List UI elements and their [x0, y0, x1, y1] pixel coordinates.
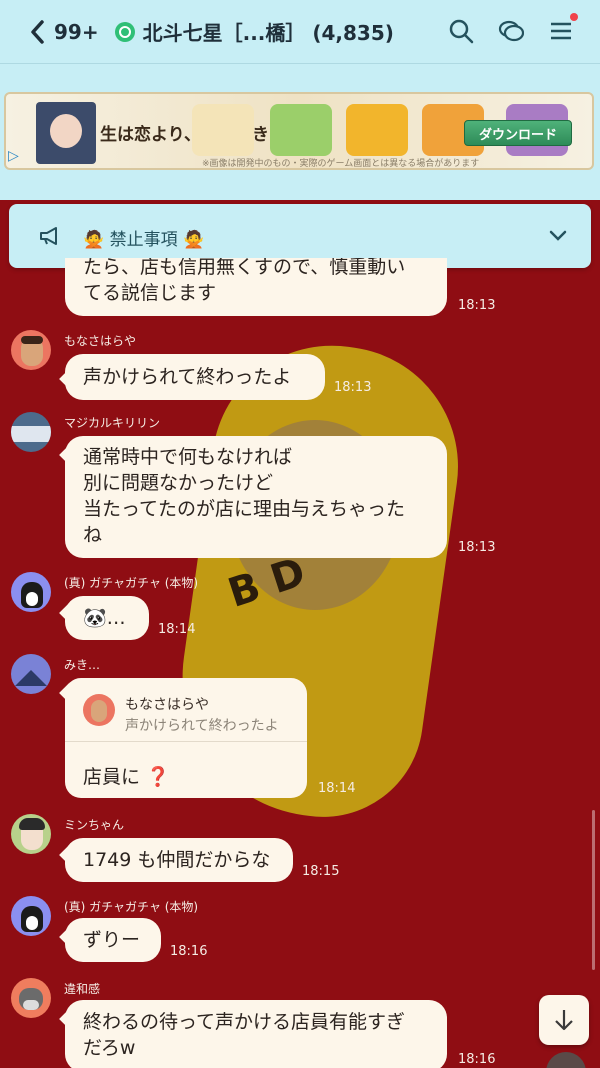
avatar[interactable] — [11, 814, 51, 854]
avatar[interactable] — [11, 572, 51, 612]
sender-name: ミンちゃん — [64, 818, 125, 832]
message-line: ね — [83, 524, 103, 546]
search-icon[interactable] — [448, 18, 474, 44]
chevron-left-icon — [31, 19, 44, 44]
ad-banner[interactable]: 生は恋より、茶に生きる ダウンロード ※画像は開発中のもの・実際のゲーム画面とは… — [4, 92, 594, 170]
message-bubble[interactable]: 通常時中で何もなければ 別に問題なかったけど 当たってたのが店に理由与えちゃった… — [65, 436, 447, 558]
message-time: 18:16 — [458, 1052, 496, 1067]
quoted-text: 声かけられて終わったよ — [125, 718, 279, 734]
reply-message-bubble[interactable]: もなさはらや 声かけられて終わったよ 店員に ❓ — [65, 678, 307, 798]
quoted-message[interactable]: もなさはらや 声かけられて終わったよ — [65, 678, 307, 742]
sender-name: 違和感 — [64, 982, 101, 996]
sender-name: (真) ガチャガチャ (本物) — [64, 900, 199, 914]
ad-area: 生は恋より、茶に生きる ダウンロード ※画像は開発中のもの・実際のゲーム画面とは… — [0, 64, 600, 200]
message-bubble[interactable]: ずりー — [65, 918, 161, 962]
avatar[interactable] — [11, 896, 51, 936]
megaphone-icon — [40, 227, 57, 245]
message-time: 18:15 — [302, 864, 340, 879]
scroll-to-bottom-button[interactable] — [539, 995, 589, 1045]
open-chat-icon — [114, 21, 135, 42]
message-line: 終わるの待って声かける店員有能すぎ — [83, 1011, 406, 1033]
message-line: ずりー — [83, 929, 141, 951]
ad-character-image — [36, 102, 96, 164]
sender-name: みき… — [64, 658, 101, 672]
chat-bubbles-icon[interactable] — [498, 18, 525, 44]
message-line: 通常時中で何もなければ — [83, 446, 293, 468]
message-time: 18:16 — [170, 944, 208, 959]
avatar[interactable] — [11, 330, 51, 370]
message-time: 18:14 — [318, 781, 356, 796]
message-time: 18:13 — [334, 380, 372, 395]
back-button[interactable]: 99+ — [28, 19, 99, 45]
menu-icon[interactable] — [548, 13, 578, 44]
arrow-down-icon — [555, 1010, 573, 1031]
chevron-down-icon[interactable] — [549, 230, 567, 242]
message-line: てる説信じます — [83, 282, 217, 304]
quoted-avatar — [83, 694, 115, 726]
message-line: 声かけられて終わったよ — [83, 366, 292, 388]
avatar[interactable] — [11, 978, 51, 1018]
ad-sweet-image — [346, 104, 408, 156]
avatar[interactable] — [11, 412, 51, 452]
avatar[interactable] — [11, 654, 51, 694]
message-line: 店員に ❓ — [83, 766, 170, 788]
announcement-text: 🙅 禁止事項 🙅 — [83, 230, 205, 250]
message-time: 18:13 — [458, 298, 496, 313]
quoted-sender-name: もなさはらや — [125, 697, 209, 713]
new-message-preview[interactable] — [196, 1058, 404, 1068]
avatar[interactable] — [546, 1052, 586, 1068]
ad-disclaimer: ※画像は開発中のもの・実際のゲーム画面とは異なる場合があります — [202, 159, 480, 169]
message-line: 1749 も仲間だからな — [83, 849, 271, 871]
ad-download-button[interactable]: ダウンロード — [464, 120, 572, 146]
unread-count: 99+ — [54, 19, 99, 44]
message-line: 当たってたのが店に理由与えちゃった — [83, 498, 406, 520]
notification-dot — [570, 13, 578, 21]
message-line: 🐼… — [83, 607, 126, 629]
chat-header: 99+ 北斗七星［...橋］ (4,835) — [0, 0, 600, 64]
message-time: 18:14 — [158, 622, 196, 637]
message-bubble[interactable]: 1749 も仲間だからな — [65, 838, 293, 882]
message-line: たら、店も信用無くすので、慎重動い — [83, 258, 406, 278]
message-bubble[interactable]: たら、店も信用無くすので、慎重動い てる説信じます — [65, 258, 447, 316]
ad-sweet-image — [192, 104, 254, 156]
sender-name: (真) ガチャガチャ (本物) — [64, 576, 199, 590]
message-bubble[interactable]: 声かけられて終わったよ — [65, 354, 325, 400]
message-bubble[interactable]: 🐼… — [65, 596, 149, 640]
ad-choices-icon[interactable]: ▷ — [8, 148, 19, 164]
message-line: 別に問題なかったけど — [83, 472, 274, 494]
message-time: 18:13 — [458, 540, 496, 555]
chat-title[interactable]: 北斗七星［...橋］ (4,835) — [143, 17, 394, 46]
sender-name: マジカルキリリン — [64, 416, 161, 430]
ad-sweet-image — [270, 104, 332, 156]
scrollbar[interactable] — [592, 810, 595, 970]
sender-name: もなさはらや — [64, 334, 137, 348]
